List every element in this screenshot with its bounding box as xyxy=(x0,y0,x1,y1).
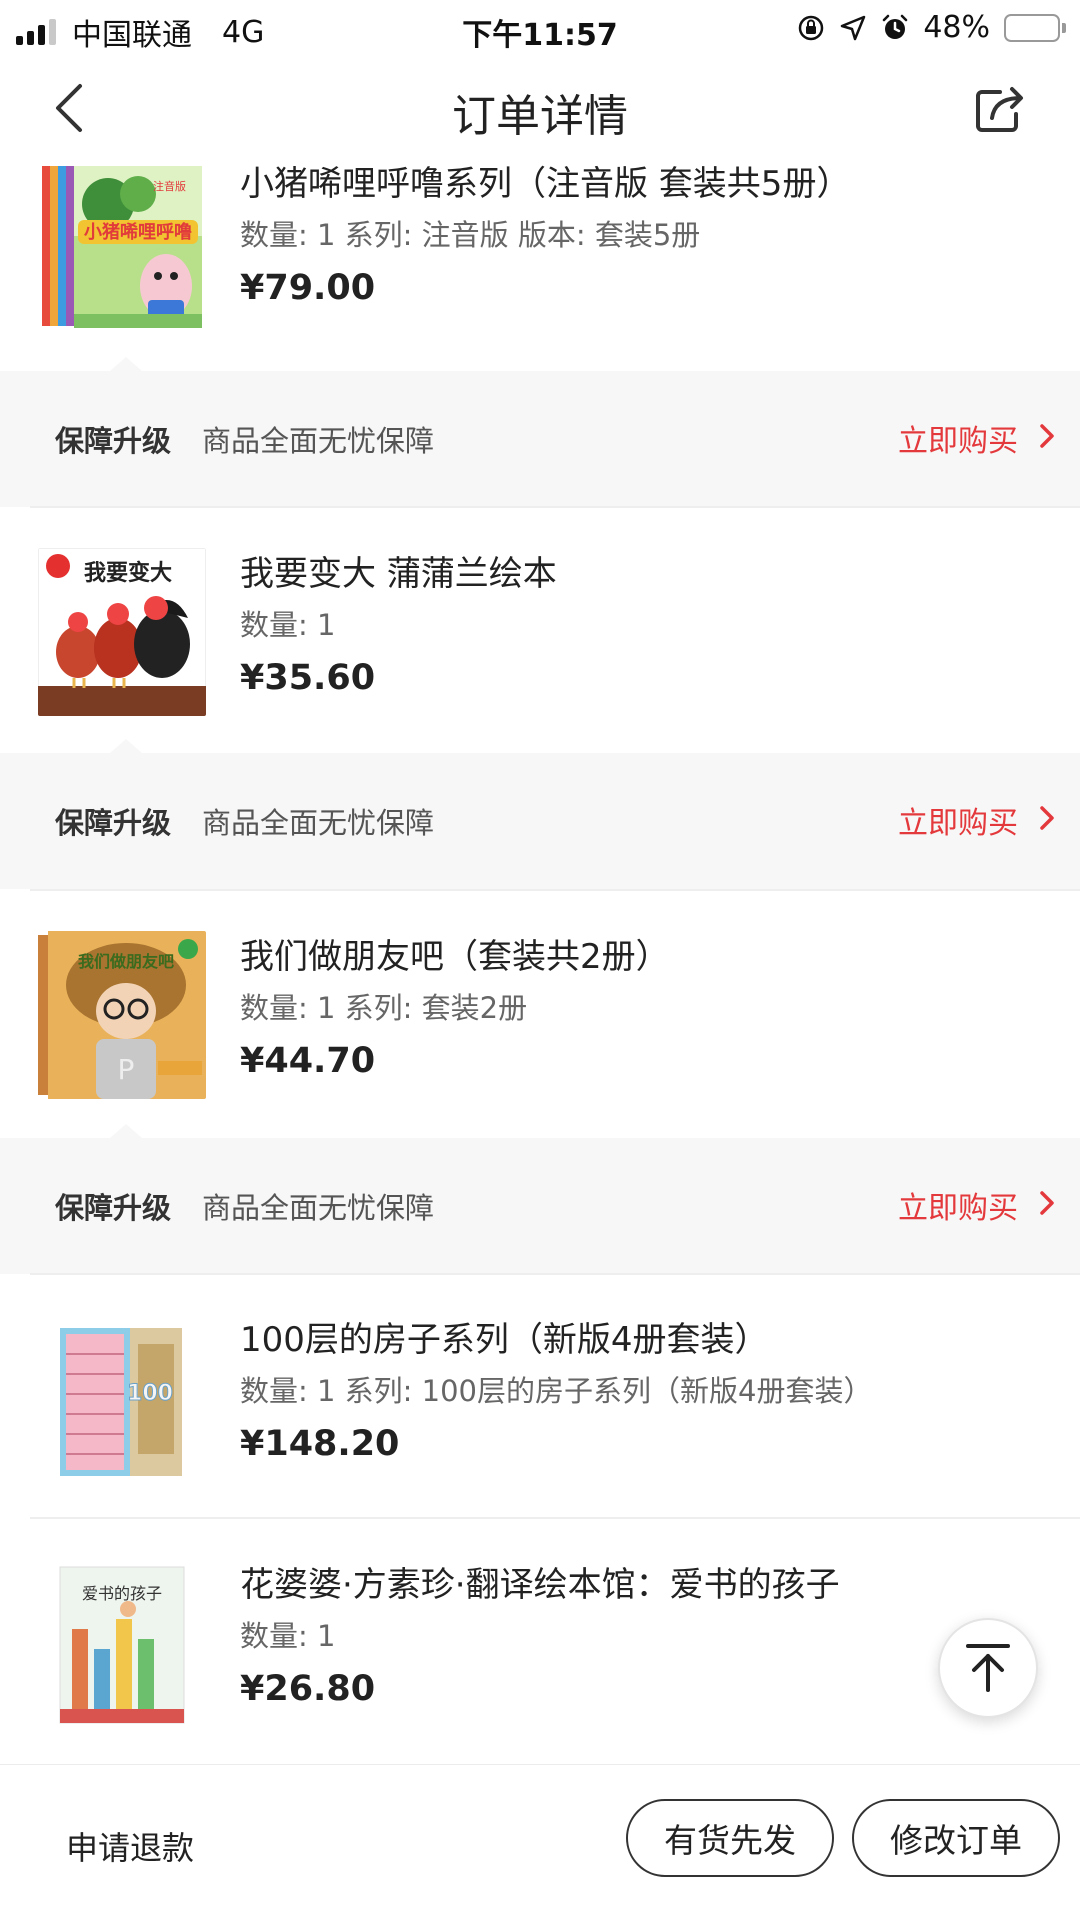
product-title: 花婆婆·方素珍·翻译绘本馆：爱书的孩子 xyxy=(240,1565,840,1605)
product-price: ¥44.70 xyxy=(240,1041,376,1081)
order-detail-page: 中国联通 4G 下午11:57 48% 订单详情 小猪唏哩呼噜 注音版 小猪唏哩… xyxy=(0,0,1080,1920)
location-icon xyxy=(839,14,867,42)
buy-now-link[interactable]: 立即购买 xyxy=(898,416,1018,460)
guarantee-upgrade-bar: 保障升级 商品全面无忧保障 立即购买 xyxy=(0,1124,1080,1274)
guarantee-label: 保障升级 xyxy=(55,806,172,840)
product-meta: 数量: 1 系列: 100层的房子系列（新版4册套装） xyxy=(240,1374,873,1408)
chevron-right-icon[interactable] xyxy=(1036,1188,1058,1218)
share-icon xyxy=(976,87,1023,132)
guarantee-upgrade-bar: 保障升级 商品全面无忧保障 立即购买 xyxy=(0,357,1080,507)
battery-icon xyxy=(1004,13,1066,42)
share-button[interactable] xyxy=(970,78,1030,138)
product-cover-image: 我要变大 xyxy=(38,548,206,716)
product-price: ¥26.80 xyxy=(240,1669,376,1709)
divider xyxy=(30,1273,1080,1275)
product-cover-image: 爱书的孩子 xyxy=(38,1559,206,1727)
svg-text:注音版: 注音版 xyxy=(153,179,186,193)
status-bar: 中国联通 4G 下午11:57 48% xyxy=(0,0,1080,56)
buy-now-link[interactable]: 立即购买 xyxy=(898,798,1018,842)
back-to-top-button[interactable] xyxy=(938,1618,1038,1718)
guarantee-label: 保障升级 xyxy=(55,1191,172,1225)
product-price: ¥148.20 xyxy=(240,1424,400,1464)
product-cover-image: 小猪唏哩呼噜 注音版 xyxy=(38,164,206,332)
bottom-action-bar: 申请退款 有货先发 修改订单 xyxy=(0,1764,1080,1920)
cover-title-text: 100 xyxy=(127,1381,173,1406)
buy-now-link[interactable]: 立即购买 xyxy=(898,1183,1018,1227)
product-cover-image: 100 xyxy=(38,1314,206,1482)
alarm-icon xyxy=(881,14,909,42)
guarantee-description: 商品全面无忧保障 xyxy=(202,424,435,458)
product-price: ¥35.60 xyxy=(240,658,376,698)
guarantee-description: 商品全面无忧保障 xyxy=(202,806,435,840)
guarantee-description: 商品全面无忧保障 xyxy=(202,1191,435,1225)
divider xyxy=(30,1517,1080,1519)
cover-title-text: 我要变大 xyxy=(84,560,172,586)
back-to-top-icon xyxy=(966,1644,1010,1692)
divider xyxy=(30,889,1080,891)
svg-text:P: P xyxy=(118,1053,135,1086)
product-title: 我们做朋友吧（套装共2册） xyxy=(240,937,670,977)
nav-bar: 订单详情 xyxy=(0,56,1080,160)
status-right: 48% xyxy=(797,10,1066,45)
modify-order-button[interactable]: 修改订单 xyxy=(852,1799,1060,1877)
product-item[interactable]: 100 100层的房子系列（新版4册套装） 数量: 1 系列: 100层的房子系… xyxy=(0,1306,1080,1506)
product-item[interactable]: 爱书的孩子 花婆婆·方素珍·翻译绘本馆：爱书的孩子 数量: 1 ¥26.80 xyxy=(0,1551,1080,1751)
guarantee-label: 保障升级 xyxy=(55,424,172,458)
product-meta: 数量: 1 xyxy=(240,1619,336,1653)
product-price: ¥79.00 xyxy=(240,268,376,308)
product-meta: 数量: 1 系列: 注音版 版本: 套装5册 xyxy=(240,218,701,252)
product-meta: 数量: 1 系列: 套装2册 xyxy=(240,991,528,1025)
product-title: 我要变大 蒲蒲兰绘本 xyxy=(240,554,557,594)
refund-button[interactable]: 申请退款 xyxy=(66,1823,194,1869)
product-title: 100层的房子系列（新版4册套装） xyxy=(240,1320,769,1360)
product-title: 小猪唏哩呼噜系列（注音版 套装共5册） xyxy=(240,164,851,204)
cover-title-text: 小猪唏哩呼噜 xyxy=(84,221,192,243)
page-title: 订单详情 xyxy=(452,91,628,142)
cover-title-text: 我们做朋友吧 xyxy=(78,952,174,971)
ship-available-first-button[interactable]: 有货先发 xyxy=(626,1799,834,1877)
battery-percent: 48% xyxy=(923,10,990,45)
orientation-lock-icon xyxy=(797,14,825,42)
chevron-right-icon[interactable] xyxy=(1036,803,1058,833)
product-item[interactable]: 我要变大 我要变大 蒲蒲兰绘本 数量: 1 ¥35.60 xyxy=(0,540,1080,740)
product-meta: 数量: 1 xyxy=(240,608,336,642)
cover-title-text: 爱书的孩子 xyxy=(82,1584,162,1603)
product-item[interactable]: 我们做朋友吧 P 我们做朋友吧（套装共2册） 数量: 1 系列: 套装2册 ¥4… xyxy=(0,923,1080,1123)
chevron-right-icon[interactable] xyxy=(1036,421,1058,451)
product-cover-image: 我们做朋友吧 P xyxy=(38,931,206,1099)
product-item[interactable]: 小猪唏哩呼噜 注音版 小猪唏哩呼噜系列（注音版 套装共5册） 数量: 1 系列:… xyxy=(0,160,1080,360)
divider xyxy=(30,506,1080,508)
guarantee-upgrade-bar: 保障升级 商品全面无忧保障 立即购买 xyxy=(0,739,1080,889)
